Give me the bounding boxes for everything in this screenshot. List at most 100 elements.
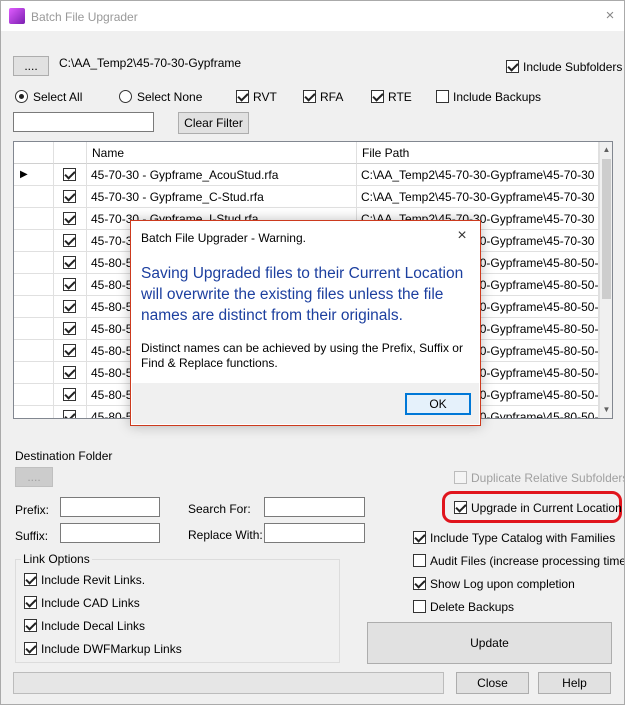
row-select-cell[interactable] xyxy=(54,252,87,274)
browse-destination-button[interactable]: .... xyxy=(15,467,53,487)
row-select-cell[interactable] xyxy=(54,406,87,418)
duplicate-relative-subfolders-checkbox[interactable] xyxy=(454,471,467,484)
update-button[interactable]: Update xyxy=(367,622,612,664)
name-column-header[interactable]: Name xyxy=(87,142,357,164)
close-button[interactable]: Close xyxy=(456,672,529,694)
replace-with-input[interactable] xyxy=(264,523,365,543)
select-all-radio[interactable] xyxy=(15,90,28,103)
audit-files-label: Audit Files (increase processing time) xyxy=(430,554,625,568)
row-path[interactable]: C:\AA_Temp2\45-70-30-Gypframe\45-70-30 -… xyxy=(357,186,599,208)
row-checkbox[interactable] xyxy=(63,344,76,357)
destination-folder-label: Destination Folder xyxy=(15,449,113,463)
show-log-label: Show Log upon completion xyxy=(430,577,575,591)
row-checkbox[interactable] xyxy=(63,168,76,181)
row-checkbox[interactable] xyxy=(63,278,76,291)
row-select-cell[interactable] xyxy=(54,208,87,230)
select-none-radio[interactable] xyxy=(119,90,132,103)
ok-button[interactable]: OK xyxy=(405,393,471,415)
include-type-catalog-checkbox[interactable] xyxy=(413,531,426,544)
include-subfolders-checkbox[interactable] xyxy=(506,60,519,73)
select-all-label: Select All xyxy=(33,90,83,104)
row-header xyxy=(14,384,54,406)
scrollbar-thumb[interactable] xyxy=(602,159,611,299)
dialog-main-message: Saving Upgraded files to their Current L… xyxy=(141,265,464,324)
row-path[interactable]: C:\AA_Temp2\45-70-30-Gypframe\45-70-30 -… xyxy=(357,164,599,186)
include-revit-links-checkbox[interactable] xyxy=(24,573,37,586)
row-header xyxy=(14,274,54,296)
row-select-cell[interactable] xyxy=(54,186,87,208)
source-path: C:\AA_Temp2\45-70-30-Gypframe xyxy=(59,56,242,70)
link-options-title: Link Options xyxy=(21,552,92,566)
show-log-checkbox[interactable] xyxy=(413,577,426,590)
rvt-checkbox[interactable] xyxy=(236,90,249,103)
row-select-cell[interactable] xyxy=(54,384,87,406)
include-dwfmarkup-links-label: Include DWFMarkup Links xyxy=(41,642,182,656)
row-select-cell[interactable] xyxy=(54,296,87,318)
suffix-label: Suffix: xyxy=(15,529,49,543)
row-name[interactable]: 45-70-30 - Gypframe_AcouStud.rfa xyxy=(87,164,357,186)
delete-backups-checkbox[interactable] xyxy=(413,600,426,613)
filter-input[interactable] xyxy=(13,112,154,132)
rfa-checkbox[interactable] xyxy=(303,90,316,103)
row-select-cell[interactable] xyxy=(54,340,87,362)
include-cad-links-checkbox[interactable] xyxy=(24,596,37,609)
app-icon xyxy=(9,8,25,24)
include-cad-links-label: Include CAD Links xyxy=(41,596,140,610)
row-checkbox[interactable] xyxy=(63,212,76,225)
browse-source-button[interactable]: .... xyxy=(13,56,49,76)
row-select-cell[interactable] xyxy=(54,274,87,296)
row-checkbox[interactable] xyxy=(63,256,76,269)
current-row-icon: ▶ xyxy=(14,164,54,186)
row-select-cell[interactable] xyxy=(54,164,87,186)
row-header xyxy=(14,230,54,252)
suffix-input[interactable] xyxy=(60,523,160,543)
dialog-close-icon[interactable]: × xyxy=(450,226,474,246)
include-dwfmarkup-links-checkbox[interactable] xyxy=(24,642,37,655)
row-checkbox[interactable] xyxy=(63,190,76,203)
scroll-up-icon[interactable]: ▲ xyxy=(600,142,612,158)
window-close-icon[interactable]: × xyxy=(599,6,621,26)
title-bar: Batch File Upgrader × xyxy=(1,1,624,31)
row-header xyxy=(14,406,54,418)
row-header xyxy=(14,296,54,318)
include-backups-checkbox[interactable] xyxy=(436,90,449,103)
row-header xyxy=(14,252,54,274)
table-row[interactable]: ▶ 45-70-30 - Gypframe_AcouStud.rfa C:\AA… xyxy=(14,164,599,186)
rte-checkbox[interactable] xyxy=(371,90,384,103)
table-row[interactable]: 45-70-30 - Gypframe_C-Stud.rfa C:\AA_Tem… xyxy=(14,186,599,208)
row-checkbox[interactable] xyxy=(63,366,76,379)
grid-vertical-scrollbar[interactable]: ▲ ▼ xyxy=(599,142,612,418)
help-button[interactable]: Help xyxy=(538,672,611,694)
select-none-label: Select None xyxy=(137,90,203,104)
rte-label: RTE xyxy=(388,90,412,104)
search-for-input[interactable] xyxy=(264,497,365,517)
dialog-sub-message: Distinct names can be achieved by using … xyxy=(141,341,463,370)
row-name[interactable]: 45-70-30 - Gypframe_C-Stud.rfa xyxy=(87,186,357,208)
row-select-cell[interactable] xyxy=(54,362,87,384)
row-checkbox[interactable] xyxy=(63,322,76,335)
clear-filter-button[interactable]: Clear Filter xyxy=(178,112,249,134)
include-subfolders-label: Include Subfolders xyxy=(523,60,623,74)
row-select-cell[interactable] xyxy=(54,318,87,340)
row-header xyxy=(14,186,54,208)
row-header xyxy=(14,340,54,362)
prefix-input[interactable] xyxy=(60,497,160,517)
delete-backups-label: Delete Backups xyxy=(430,600,515,614)
row-checkbox[interactable] xyxy=(63,234,76,247)
audit-files-checkbox[interactable] xyxy=(413,554,426,567)
row-select-cell[interactable] xyxy=(54,230,87,252)
warning-dialog: Batch File Upgrader - Warning. × Saving … xyxy=(130,220,481,426)
include-decal-links-label: Include Decal Links xyxy=(41,619,146,633)
dialog-footer: OK xyxy=(132,383,479,424)
row-checkbox[interactable] xyxy=(63,388,76,401)
prefix-label: Prefix: xyxy=(15,503,50,517)
include-decal-links-checkbox[interactable] xyxy=(24,619,37,632)
file-path-column-header[interactable]: File Path xyxy=(357,142,599,164)
window-title: Batch File Upgrader xyxy=(31,10,138,24)
batch-file-upgrader-window: Batch File Upgrader × .... C:\AA_Temp2\4… xyxy=(0,0,625,705)
row-header xyxy=(14,208,54,230)
row-checkbox[interactable] xyxy=(63,410,76,418)
row-checkbox[interactable] xyxy=(63,300,76,313)
scroll-down-icon[interactable]: ▼ xyxy=(600,402,612,418)
upgrade-in-current-location-checkbox[interactable] xyxy=(454,501,467,514)
